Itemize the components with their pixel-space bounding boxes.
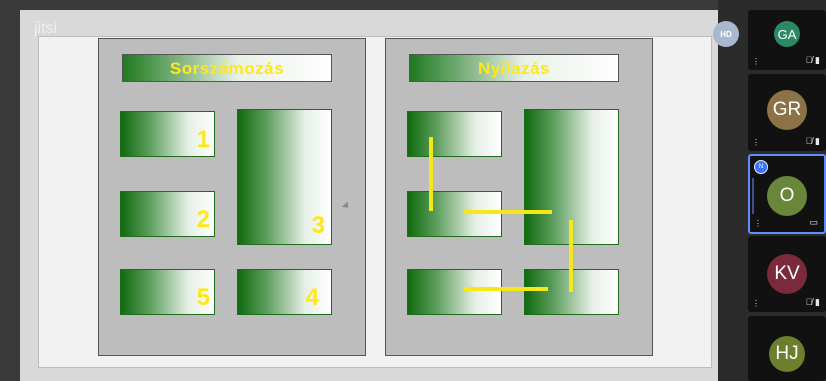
left-title-box: Sorszámozás: [122, 54, 332, 82]
label-1: 1: [196, 126, 210, 153]
arrow-box-bottom-left: [407, 269, 502, 315]
right-title: Nyilazás: [477, 59, 551, 78]
label-2: 2: [196, 206, 210, 233]
box-5: 5: [120, 269, 215, 315]
participant-tile-hj[interactable]: HJ: [748, 316, 826, 381]
participant-avatar: GA: [774, 21, 800, 47]
participant-tile-kv[interactable]: KV ⋮ 🎙̸ ▮: [748, 236, 826, 312]
more-options-icon[interactable]: ⋮: [752, 57, 760, 66]
participant-avatar: O: [767, 176, 807, 216]
label-3: 3: [311, 212, 325, 239]
arrow-box-top-left: [407, 111, 502, 157]
my-avatar[interactable]: HD: [713, 21, 739, 47]
box-4: 4: [237, 269, 332, 315]
box-2: 2: [120, 191, 215, 237]
participant-avatar: KV: [767, 254, 807, 294]
label-4: 4: [305, 284, 319, 311]
connector-line: [569, 220, 573, 292]
participant-avatar: GR: [767, 90, 807, 130]
more-options-icon[interactable]: ⋮: [754, 219, 762, 228]
screen-share-icon: ▭: [809, 217, 818, 227]
more-options-icon[interactable]: ⋮: [752, 299, 760, 308]
arrow-box-middle-left: [407, 191, 502, 237]
participant-tile-ga[interactable]: GA ⋮ 🎙̸ ▮: [748, 10, 826, 70]
participant-tile-gr[interactable]: GR ⋮ 🎙̸ ▮: [748, 74, 826, 151]
right-slide-pane: Nyilazás: [385, 38, 653, 356]
participant-tile-o[interactable]: N O ⋮ ▭: [748, 154, 826, 234]
mic-camera-muted-icon: 🎙̸ ▮: [805, 55, 820, 65]
participant-avatar: HJ: [769, 336, 805, 372]
conference-stage: jitsi Sorszámozás 1 2 3 5 4 Nyilazás: [0, 0, 718, 381]
left-slide-pane: Sorszámozás 1 2 3 5 4: [98, 38, 366, 356]
mic-camera-muted-icon: 🎙̸ ▮: [805, 136, 820, 146]
audio-level-indicator: [752, 178, 754, 214]
jitsi-logo-text: jitsi: [34, 20, 58, 37]
left-title: Sorszámozás: [169, 59, 285, 78]
connector-line: [429, 137, 433, 211]
connector-line: [464, 210, 552, 214]
label-5: 5: [196, 284, 210, 311]
active-speaker-badge-icon: N: [754, 160, 768, 174]
box-3: 3: [237, 109, 332, 245]
mic-camera-muted-icon: 🎙̸ ▮: [805, 297, 820, 307]
connector-line: [464, 287, 548, 291]
box-1: 1: [120, 111, 215, 157]
right-title-box: Nyilazás: [409, 54, 619, 82]
more-options-icon[interactable]: ⋮: [752, 138, 760, 147]
